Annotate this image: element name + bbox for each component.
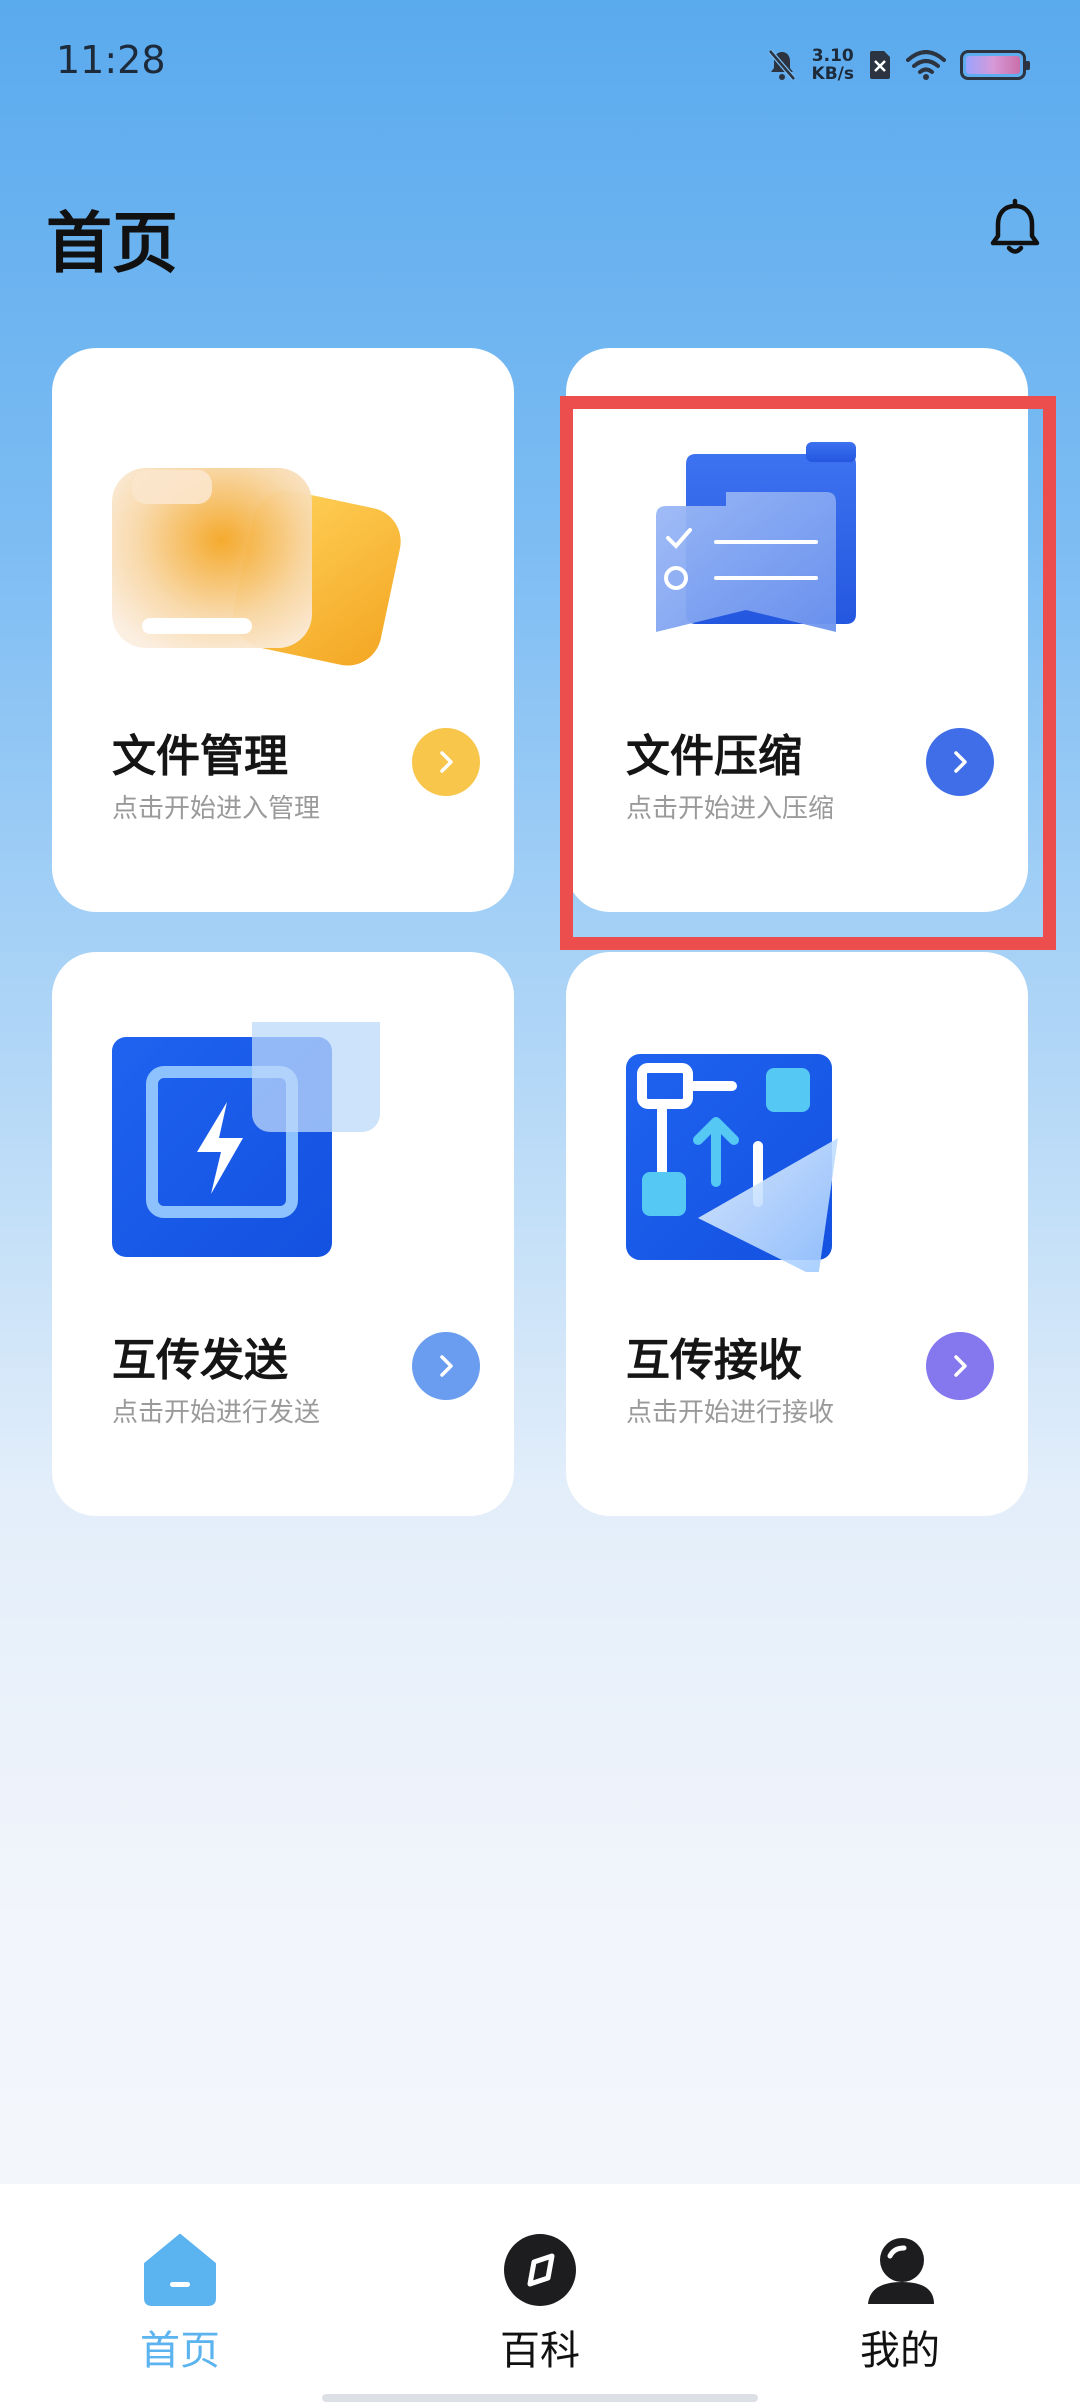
card-transfer-send[interactable]: 互传发送 点击开始进行发送	[52, 952, 514, 1516]
chevron-right-icon	[440, 751, 453, 773]
card-subtitle: 点击开始进入管理	[112, 794, 321, 824]
card-arrow-button[interactable]	[412, 1332, 480, 1400]
nav-item-profile[interactable]: 我的	[820, 2230, 980, 2376]
card-title: 文件管理	[112, 731, 288, 782]
bottom-nav: 首页 百科 我的	[0, 2184, 1080, 2408]
folder-icon	[112, 468, 401, 666]
status-time: 11:28	[56, 38, 166, 82]
nav-label: 我的	[860, 2328, 940, 2374]
battery-icon	[960, 50, 1030, 80]
highlight-box	[560, 396, 1056, 950]
chevron-right-icon	[440, 1355, 453, 1377]
nav-item-home[interactable]: 首页	[100, 2230, 260, 2376]
sim-off-icon	[870, 51, 890, 79]
send-icon	[112, 1022, 380, 1257]
card-title: 互传接收	[626, 1335, 802, 1386]
page-title: 首页	[46, 205, 178, 282]
chevron-right-icon	[954, 1355, 967, 1377]
receive-icon	[626, 1054, 838, 1272]
home-icon	[144, 2234, 216, 2306]
battery-fill	[966, 56, 1020, 74]
home-indicator[interactable]	[322, 2394, 758, 2402]
nav-label: 百科	[500, 2328, 580, 2374]
card-arrow-button[interactable]	[926, 1332, 994, 1400]
wifi-icon	[906, 50, 946, 80]
bell-muted-icon	[767, 49, 796, 81]
bell-icon[interactable]	[982, 196, 1048, 262]
nav-item-encyclopedia[interactable]: 百科	[460, 2230, 620, 2376]
compass-icon	[504, 2234, 576, 2306]
net-speed: 3.10 KB/s	[812, 47, 854, 83]
card-transfer-receive[interactable]: 互传接收 点击开始进行接收	[566, 952, 1028, 1516]
card-subtitle: 点击开始进行接收	[626, 1398, 835, 1428]
card-subtitle: 点击开始进行发送	[112, 1398, 321, 1428]
net-speed-value: 3.10	[811, 46, 854, 66]
card-file-manage[interactable]: 文件管理 点击开始进入管理	[52, 348, 514, 912]
card-arrow-button[interactable]	[412, 728, 480, 796]
status-bar: 11:28 3.10 KB/s	[0, 0, 1080, 120]
status-icons: 3.10 KB/s	[766, 42, 1030, 88]
nav-label: 首页	[140, 2328, 220, 2374]
profile-icon	[868, 2238, 934, 2304]
net-speed-unit: KB/s	[811, 64, 854, 84]
card-title: 互传发送	[112, 1335, 288, 1386]
